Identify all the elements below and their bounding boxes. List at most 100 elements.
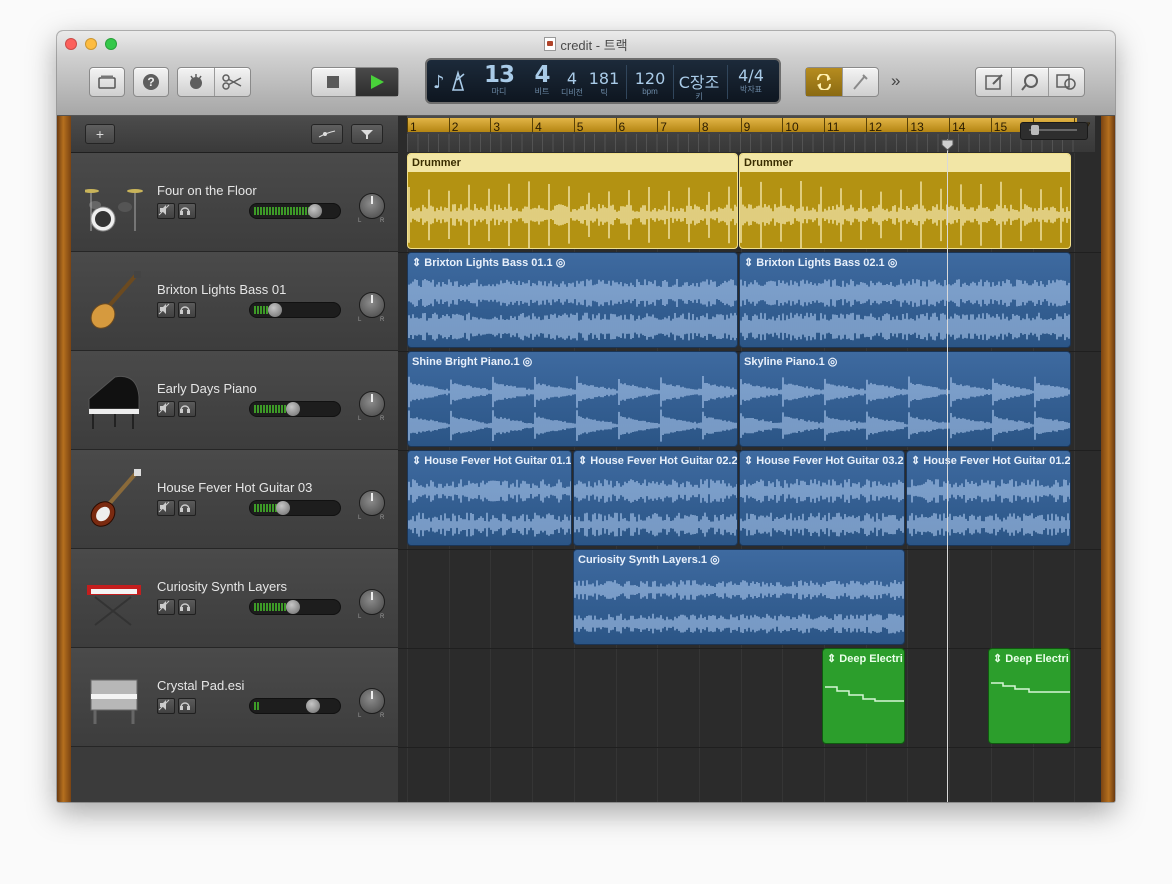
tempo-label: bpm (642, 87, 658, 96)
solo-button[interactable] (178, 302, 196, 318)
region-bass-2[interactable]: ⇕ Brixton Lights Bass 02.1 ◎ (739, 252, 1071, 348)
library-button[interactable] (89, 67, 125, 97)
synth-keyboard-icon (87, 585, 141, 626)
region-guitar-3[interactable]: ⇕ House Fever Hot Guitar 03.2 (739, 450, 905, 546)
ruler-tick (907, 118, 909, 132)
region-piano-2[interactable]: Skyline Piano.1 ◎ (739, 351, 1071, 447)
cycle-button[interactable] (806, 68, 843, 96)
mute-button[interactable] (157, 599, 175, 615)
track-name[interactable]: House Fever Hot Guitar 03 (157, 480, 312, 495)
solo-button[interactable] (178, 500, 196, 516)
track-name[interactable]: Four on the Floor (157, 183, 257, 198)
lane-pad[interactable]: ⇕ Deep Electri ⇕ Deep Electri (398, 648, 1101, 748)
region-guitar-1[interactable]: ⇕ House Fever Hot Guitar 01.1 (407, 450, 572, 546)
stop-button[interactable] (312, 68, 356, 96)
ruler-bar-strip[interactable]: 1234567891011121314151617 (407, 118, 1091, 134)
ruler-bar-number: 9 (743, 120, 751, 134)
region-piano-1[interactable]: Shine Bright Piano.1 ◎ (407, 351, 738, 447)
volume-slider[interactable] (249, 302, 341, 318)
volume-thumb[interactable] (268, 303, 282, 317)
track-name[interactable]: Brixton Lights Bass 01 (157, 282, 286, 297)
lcd-display[interactable]: ♪ 13 마디 4 비트 4 디비전 181 틱 120 bpm C장조 키 4/4 박자표 (425, 58, 781, 104)
track-name[interactable]: Crystal Pad.esi (157, 678, 244, 693)
mute-button[interactable] (157, 698, 175, 714)
waveform-path (740, 409, 1070, 442)
lane-piano[interactable]: Shine Bright Piano.1 ◎ Skyline Piano.1 ◎ (398, 351, 1101, 451)
tuner-button[interactable] (843, 68, 879, 96)
track-header-synth[interactable]: Curiosity Synth Layers LR (71, 549, 398, 648)
mute-button[interactable] (157, 401, 175, 417)
track-name[interactable]: Curiosity Synth Layers (157, 579, 287, 594)
volume-slider[interactable] (249, 698, 341, 714)
track-lanes[interactable]: Drummer Drummer ⇕ Brixton Lights Bass 01… (398, 153, 1101, 802)
add-track-button[interactable]: + (85, 124, 115, 144)
smart-controls-button[interactable] (178, 68, 215, 96)
region-waveform (740, 279, 1070, 341)
more-button[interactable]: » (891, 71, 900, 91)
region-pad-2[interactable]: ⇕ Deep Electri (988, 648, 1071, 744)
region-label: Skyline Piano.1 ◎ (744, 355, 837, 368)
media-browser-icon (1056, 74, 1077, 90)
tracks-area[interactable]: 1234567891011121314151617 Drummer Drumme… (398, 116, 1101, 802)
editors-button[interactable] (215, 68, 251, 96)
volume-thumb[interactable] (308, 204, 322, 218)
lane-bass[interactable]: ⇕ Brixton Lights Bass 01.1 ◎ ⇕ Brixton L… (398, 252, 1101, 352)
mute-button[interactable] (157, 500, 175, 516)
filter-button[interactable] (351, 124, 383, 144)
region-guitar-2[interactable]: ⇕ House Fever Hot Guitar 02.2 (573, 450, 738, 546)
ruler-tick (615, 118, 617, 132)
pan-knob[interactable] (359, 193, 385, 219)
volume-thumb[interactable] (276, 501, 290, 515)
notepad-button[interactable] (976, 68, 1013, 96)
region-pad-1[interactable]: ⇕ Deep Electri (822, 648, 905, 744)
playhead[interactable] (947, 139, 948, 802)
ruler-bar-number: 6 (618, 120, 626, 134)
region-label-text: Brixton Lights Bass 01.1 (424, 257, 553, 269)
solo-button[interactable] (178, 203, 196, 219)
help-button[interactable]: ? (133, 67, 169, 97)
media-browser-button[interactable] (1049, 68, 1084, 96)
volume-slider[interactable] (249, 599, 341, 615)
ruler-bar-number: 12 (868, 120, 883, 134)
play-button[interactable] (355, 68, 398, 96)
playhead-handle-icon[interactable] (941, 139, 954, 151)
volume-slider[interactable] (249, 500, 341, 516)
lane-guitar[interactable]: ⇕ House Fever Hot Guitar 01.1 ⇕ House Fe… (398, 450, 1101, 550)
catch-button[interactable] (311, 124, 343, 144)
track-name[interactable]: Early Days Piano (157, 381, 257, 396)
pan-knob[interactable] (359, 688, 385, 714)
loops-button[interactable] (1012, 68, 1049, 96)
region-synth-1[interactable]: Curiosity Synth Layers.1 ◎ (573, 549, 905, 645)
region-guitar-4[interactable]: ⇕ House Fever Hot Guitar 01.2 (906, 450, 1071, 546)
lane-synth[interactable]: Curiosity Synth Layers.1 ◎ (398, 549, 1101, 649)
volume-slider[interactable] (249, 203, 341, 219)
region-drummer[interactable]: Drummer (739, 153, 1071, 249)
pan-knob[interactable] (359, 391, 385, 417)
solo-button[interactable] (178, 599, 196, 615)
pan-knob[interactable] (359, 292, 385, 318)
ruler-bar-number: 3 (493, 120, 501, 134)
volume-thumb[interactable] (286, 600, 300, 614)
solo-button[interactable] (178, 401, 196, 417)
mute-button[interactable] (157, 203, 175, 219)
volume-thumb[interactable] (306, 699, 320, 713)
zoom-slider[interactable] (1020, 122, 1088, 140)
region-bass-1[interactable]: ⇕ Brixton Lights Bass 01.1 ◎ (407, 252, 738, 348)
pan-knob[interactable] (359, 589, 385, 615)
track-header-piano[interactable]: Early Days Piano LR (71, 351, 398, 450)
lane-drums[interactable]: Drummer Drummer (398, 153, 1101, 253)
zoom-thumb[interactable] (1031, 125, 1039, 135)
track-header-drums[interactable]: Four on the Floor LR (71, 153, 398, 252)
mute-button[interactable] (157, 302, 175, 318)
region-label: Drummer (412, 157, 461, 169)
volume-thumb[interactable] (286, 402, 300, 416)
track-header-pad[interactable]: Crystal Pad.esi LR (71, 648, 398, 747)
track-header-guitar[interactable]: House Fever Hot Guitar 03 LR (71, 450, 398, 549)
volume-slider[interactable] (249, 401, 341, 417)
track-header-bass[interactable]: Brixton Lights Bass 01 LR (71, 252, 398, 351)
region-drummer[interactable]: Drummer (407, 153, 738, 249)
ruler[interactable]: 1234567891011121314151617 (407, 116, 1095, 152)
metronome-icon[interactable]: ♪ (433, 70, 469, 92)
solo-button[interactable] (178, 698, 196, 714)
pan-knob[interactable] (359, 490, 385, 516)
